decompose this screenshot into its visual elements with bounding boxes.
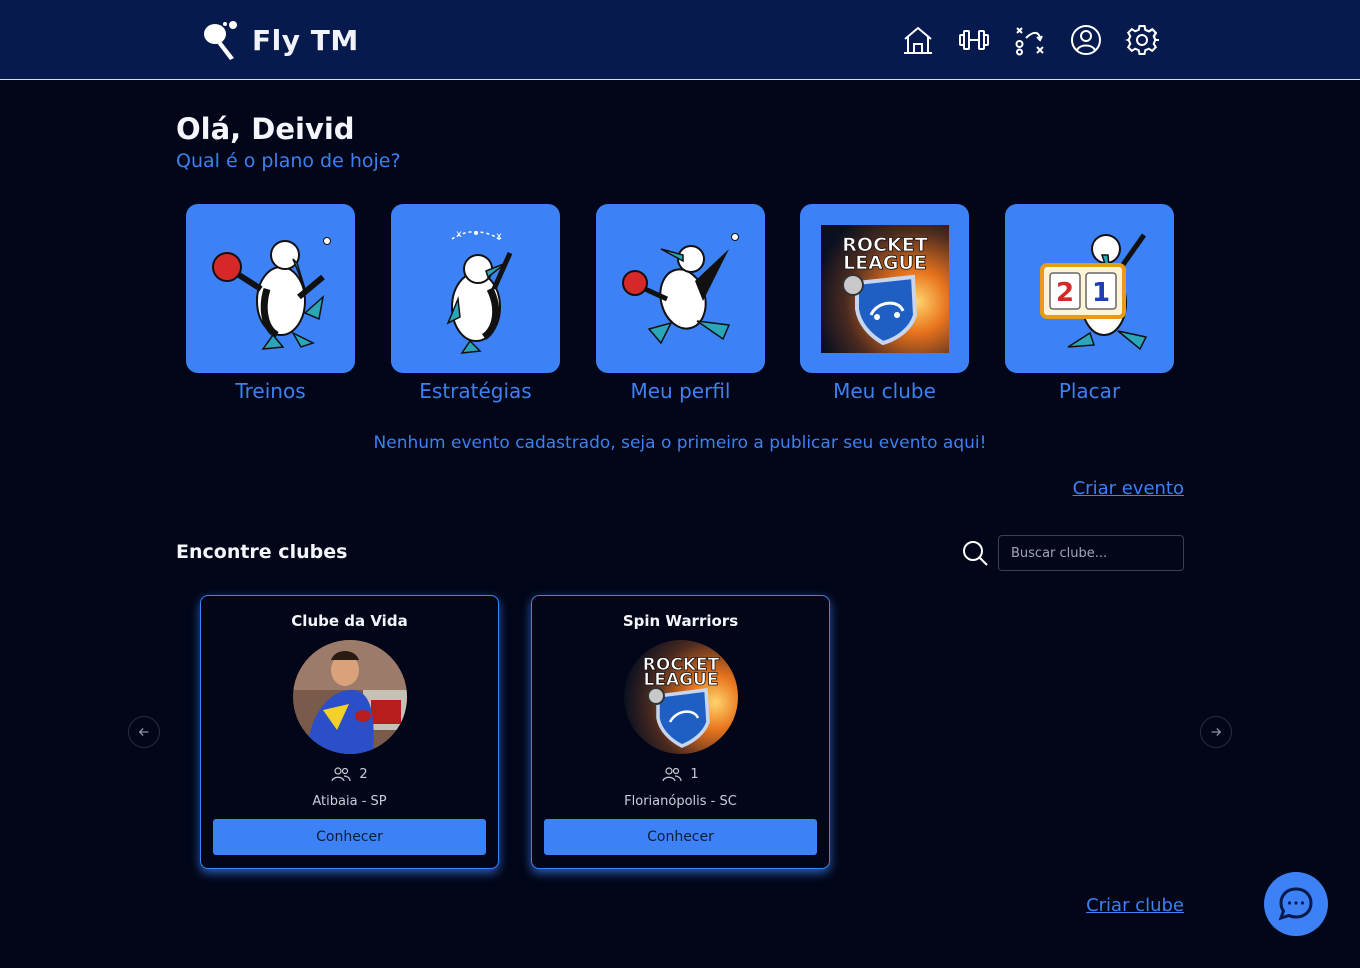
- tactics-icon: [1015, 27, 1044, 56]
- top-navbar: Fly TM: [0, 0, 1360, 80]
- rocket-league-logo: ROCKET LEAGUE: [624, 640, 738, 754]
- tile-image: x x: [391, 204, 560, 373]
- tile-treinos[interactable]: Treinos: [186, 204, 355, 403]
- members-icon: [662, 767, 682, 782]
- tile-image: [186, 204, 355, 373]
- chat-bubble-icon: [1278, 887, 1313, 921]
- tile-image: ROCKET LEAGUE: [800, 204, 969, 373]
- greeting-subtitle: Qual é o plano de hoje?: [176, 150, 401, 172]
- tile-estrategias[interactable]: x x Estratégias: [391, 204, 560, 403]
- club-know-button[interactable]: Conhecer: [213, 819, 486, 855]
- club-members-count: 1: [690, 766, 699, 782]
- create-club-link[interactable]: Criar clube: [1086, 895, 1184, 916]
- nav-home-button[interactable]: [898, 22, 938, 58]
- tile-meu-perfil[interactable]: Meu perfil: [596, 204, 765, 403]
- bird-strategy-illustration: x x: [446, 229, 512, 354]
- svg-text:x: x: [456, 229, 462, 240]
- greeting-title: Olá, Deivid: [176, 112, 355, 146]
- nav-training-button[interactable]: [954, 22, 994, 58]
- arrow-right-icon: [1211, 728, 1222, 736]
- tile-placar[interactable]: 2 1 Placar: [1005, 204, 1174, 403]
- gear-icon: [1125, 25, 1159, 55]
- club-know-button[interactable]: Conhecer: [544, 819, 817, 855]
- club-members: 1: [532, 766, 829, 782]
- club-location: Atibaia - SP: [312, 794, 387, 809]
- user-icon: [1071, 25, 1101, 55]
- club-photo-table-tennis-player: [293, 640, 407, 754]
- bird-kicking-illustration: [621, 232, 739, 344]
- club-card: Clube da Vida 2 Atibaia - SP Conhecer: [200, 595, 499, 869]
- rocket-league-line2: LEAGUE: [843, 252, 927, 274]
- clubs-section-title: Encontre clubes: [176, 541, 348, 563]
- bird-scoreboard-illustration: 2 1: [1039, 233, 1147, 350]
- carousel-next-button[interactable]: [1200, 716, 1232, 748]
- club-card: Spin Warriors ROCKET LEAGUE 1 Florianópo…: [531, 595, 830, 869]
- club-avatar: ROCKET LEAGUE: [624, 640, 738, 754]
- app-name: Fly TM: [252, 23, 359, 57]
- nav-tactics-button[interactable]: [1010, 22, 1050, 58]
- tile-label: Treinos: [235, 379, 306, 403]
- nav-profile-button[interactable]: [1066, 22, 1106, 58]
- tile-label: Estratégias: [419, 379, 532, 403]
- tile-image: [596, 204, 765, 373]
- rocket-league-logo: ROCKET LEAGUE: [820, 224, 949, 353]
- dumbbell-icon: [959, 30, 989, 50]
- bird-ping-pong-illustration: [211, 236, 331, 350]
- search-button[interactable]: [961, 539, 989, 567]
- main-nav: [898, 22, 1178, 58]
- no-events-message: Nenhum evento cadastrado, seja o primeir…: [373, 433, 987, 453]
- quick-actions: Treinos x x Estratégias Meu perfil ROCKE…: [186, 204, 1174, 404]
- score-left: 2: [1055, 278, 1073, 308]
- tile-label: Meu perfil: [630, 379, 731, 403]
- tile-label: Meu clube: [833, 379, 936, 403]
- search-icon: [963, 541, 988, 566]
- club-members: 2: [201, 766, 498, 782]
- brand[interactable]: Fly TM: [200, 18, 359, 62]
- home-icon: [904, 26, 932, 54]
- svg-text:x: x: [496, 231, 502, 242]
- club-avatar: [293, 640, 407, 754]
- ping-pong-bird-logo: [204, 21, 237, 60]
- carousel-prev-button[interactable]: [128, 716, 160, 748]
- club-name: Spin Warriors: [622, 612, 739, 630]
- club-members-count: 2: [359, 766, 368, 782]
- nav-settings-button[interactable]: [1122, 22, 1162, 58]
- tile-image: 2 1: [1005, 204, 1174, 373]
- arrow-left-icon: [138, 728, 149, 736]
- tile-label: Placar: [1058, 379, 1121, 403]
- search-club-input[interactable]: [998, 535, 1184, 571]
- chat-button[interactable]: [1264, 872, 1328, 936]
- club-location: Florianópolis - SC: [624, 794, 737, 809]
- score-right: 1: [1091, 278, 1109, 308]
- create-event-link[interactable]: Criar evento: [1073, 478, 1184, 499]
- tile-meu-clube[interactable]: ROCKET LEAGUE Meu clube: [800, 204, 969, 403]
- rocket-league-line2: LEAGUE: [644, 670, 719, 690]
- members-icon: [331, 767, 351, 782]
- club-name: Clube da Vida: [291, 612, 408, 630]
